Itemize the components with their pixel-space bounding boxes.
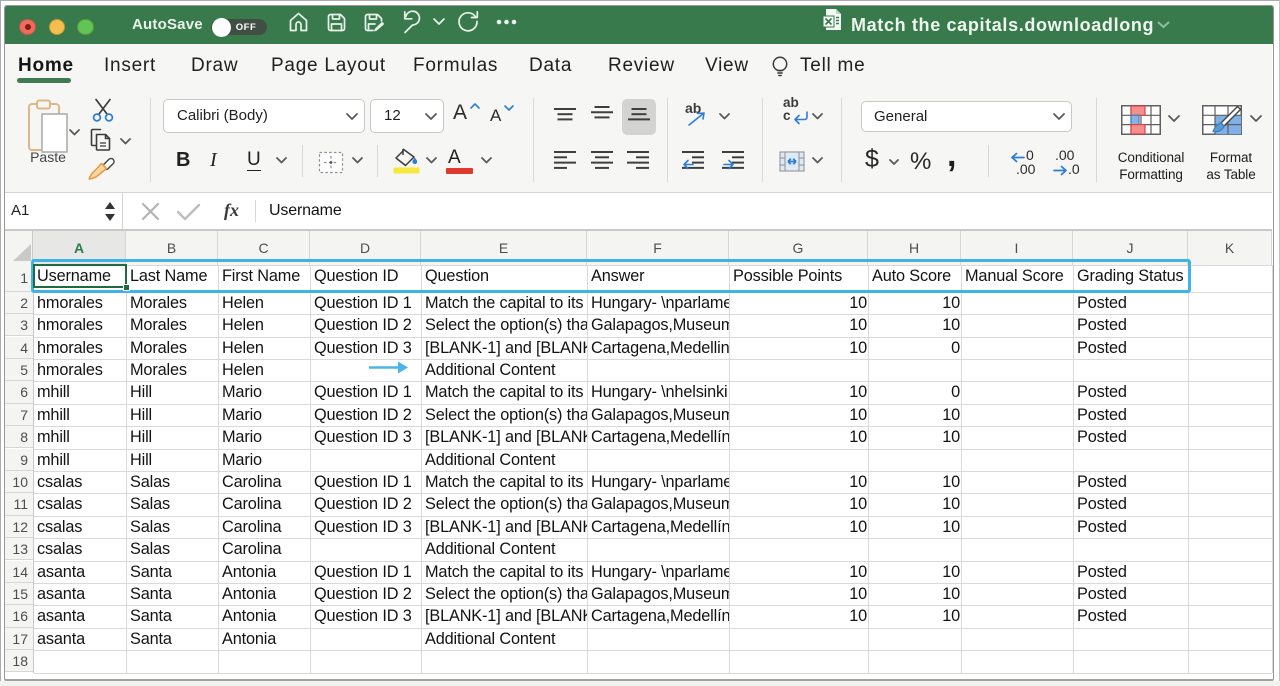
svg-text:.0: .0 [1068,161,1080,177]
svg-text:.00: .00 [1016,161,1036,177]
